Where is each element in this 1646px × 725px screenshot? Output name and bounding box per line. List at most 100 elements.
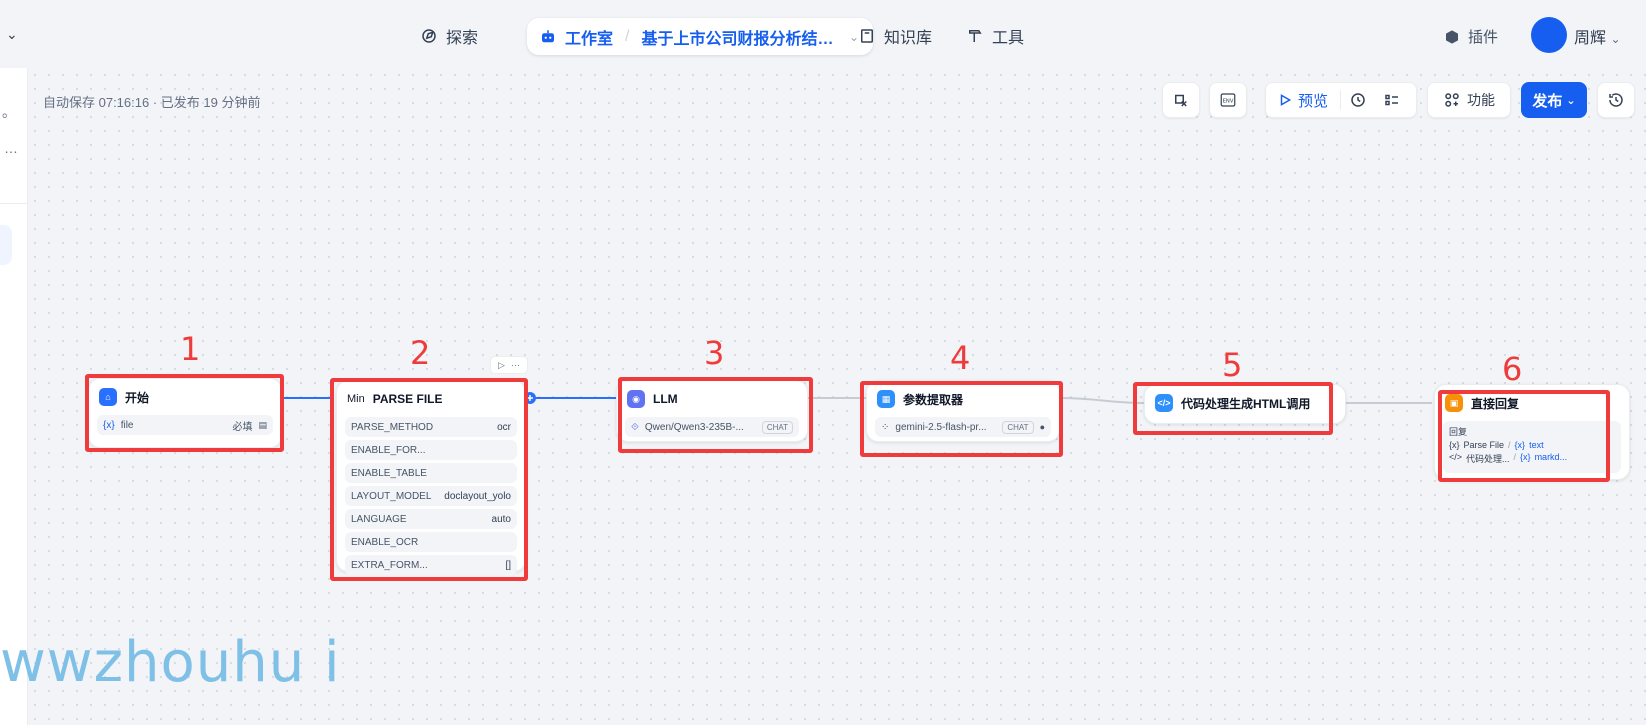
param-row: EXTRA_FORM... []	[345, 555, 517, 575]
node-direct-answer[interactable]: ▣ 直接回复 回复 {x} Parse File / {x} text </> …	[1434, 384, 1630, 480]
file-icon: ▤	[258, 419, 267, 430]
param-value: []	[505, 559, 511, 571]
ellipsis-icon: …	[4, 140, 18, 156]
node-start-header: ⌂ 开始	[89, 379, 281, 415]
node-answer-header: ▣ 直接回复	[1435, 385, 1629, 421]
breadcrumb-separator: /	[625, 27, 630, 45]
nav-explore[interactable]: 探索	[420, 22, 478, 50]
run-history-button[interactable]	[1341, 91, 1375, 109]
chevron-down-icon[interactable]: ⌄	[6, 26, 20, 42]
nav-tools-label: 工具	[992, 30, 1025, 47]
annotation-number: 3	[704, 334, 725, 372]
version-history-button[interactable]	[1597, 82, 1635, 118]
chevron-down-icon: ⌄	[1566, 94, 1576, 107]
nav-knowledge[interactable]: 知识库	[858, 22, 932, 50]
node-answer-title: 直接回复	[1471, 396, 1520, 411]
extractor-icon: ▦	[877, 390, 895, 408]
param-row: PARSE_METHOD ocr	[345, 417, 517, 437]
sidebar-text-fragment: 。	[2, 104, 16, 120]
preview-group: 预览	[1265, 82, 1417, 118]
param-value: auto	[491, 513, 511, 525]
param-key: PARSE_METHOD	[351, 421, 434, 433]
publish-button[interactable]: 发布 ⌄	[1521, 82, 1587, 118]
llm-icon: ◉	[627, 390, 645, 408]
hammer-icon	[969, 30, 982, 42]
chat-tag: CHAT	[761, 420, 793, 434]
grid-icon	[1445, 93, 1459, 107]
node-llm[interactable]: ◉ LLM ⟐ Qwen/Qwen3-235B-... CHAT	[616, 380, 808, 442]
plugin-label: 插件	[1468, 29, 1499, 46]
node-llm-title: LLM	[653, 392, 678, 406]
param-key: LAYOUT_MODEL	[351, 490, 432, 502]
model-icon: ⟐	[631, 421, 639, 433]
gemini-icon: ⁘	[881, 421, 890, 433]
node-start-variable: {x} file 必填 ▤	[97, 415, 273, 435]
env-button[interactable]: ENV	[1209, 82, 1247, 118]
user-menu[interactable]: 周辉 ⌄	[1574, 24, 1621, 48]
annotation-number: 6	[1502, 350, 1523, 388]
sidebar-selected-item[interactable]	[0, 225, 12, 265]
compass-icon	[422, 29, 436, 43]
top-bar: ⌄ 探索 工作室 / 基于上市公司财报分析结… ⌄ 知识库 工具 插件 周辉 ⌄	[0, 0, 1646, 68]
param-row: ENABLE_OCR	[345, 532, 517, 552]
param-key: ENABLE_FOR...	[351, 444, 426, 456]
annotation-number: 1	[180, 330, 201, 368]
plugin-button[interactable]: 插件	[1444, 26, 1498, 47]
node-extractor-title: 参数提取器	[903, 392, 964, 407]
node-parameter-extractor[interactable]: ▦ 参数提取器 ⁘ gemini-2.5-flash-pr... CHAT ●	[866, 380, 1060, 442]
variable-name: file	[120, 419, 134, 431]
variable-icon: {x}	[1449, 440, 1460, 450]
variable-icon: {x}	[103, 419, 115, 431]
answer-line: </> 代码处理... / {x} markd...	[1449, 452, 1615, 465]
play-icon[interactable]: ▷	[498, 360, 505, 371]
required-label: 必填	[232, 421, 253, 433]
clock-play-icon	[1351, 93, 1365, 107]
sidebar-divider	[0, 203, 28, 204]
annotation-number: 4	[950, 339, 971, 377]
checklist-panel-button[interactable]	[1375, 91, 1409, 109]
features-button[interactable]: 功能	[1427, 82, 1511, 118]
answer-variable: text	[1529, 440, 1544, 450]
model-name: gemini-2.5-flash-pr...	[895, 421, 987, 433]
nav-explore-label: 探索	[446, 30, 479, 47]
answer-variable: markd...	[1534, 452, 1568, 462]
username: 周辉	[1574, 30, 1607, 47]
separator: /	[1513, 452, 1517, 462]
variable-icon: {x}	[1514, 440, 1526, 450]
studio-label: 工作室	[565, 30, 614, 48]
param-row: LANGUAGE auto	[345, 509, 517, 529]
robot-icon	[542, 29, 554, 42]
node-code[interactable]: </> 代码处理生成HTML调用	[1144, 384, 1346, 424]
answer-line: {x} Parse File / {x} text	[1449, 440, 1615, 450]
eye-icon: ●	[1039, 422, 1045, 432]
answer-icon: ▣	[1445, 394, 1463, 412]
home-icon: ⌂	[99, 388, 117, 406]
more-icon[interactable]: ···	[511, 360, 520, 370]
param-row: LAYOUT_MODEL doclayout_yolo	[345, 486, 517, 506]
param-row: ENABLE_TABLE	[345, 463, 517, 483]
preview-button[interactable]: 预览	[1266, 83, 1340, 117]
cube-icon	[1446, 29, 1458, 44]
node-parse-file[interactable]: Min PARSE FILE PARSE_METHOD ocr ENABLE_FO…	[336, 380, 526, 575]
book-icon	[861, 29, 873, 43]
param-key: LANGUAGE	[351, 513, 407, 525]
node-llm-model: ⟐ Qwen/Qwen3-235B-... CHAT	[625, 417, 799, 437]
avatar[interactable]	[1531, 17, 1567, 53]
studio-app-switcher[interactable]: 工作室 / 基于上市公司财报分析结… ⌄	[527, 18, 873, 55]
app-name: 基于上市公司财报分析结…	[641, 30, 834, 48]
left-sidebar: 。 …	[0, 68, 28, 725]
node-parse-prefix: Min	[347, 393, 365, 405]
param-key: ENABLE_TABLE	[351, 467, 427, 479]
play-icon	[1280, 94, 1292, 106]
node-parse-header: Min PARSE FILE	[337, 381, 525, 417]
env-icon: ENV	[1220, 93, 1236, 107]
check-list-icon	[1175, 94, 1187, 107]
code-icon: </>	[1449, 452, 1463, 462]
checklist-button[interactable]	[1162, 82, 1200, 118]
node-extractor-model: ⁘ gemini-2.5-flash-pr... CHAT ●	[875, 417, 1051, 437]
node-start[interactable]: ⌂ 开始 {x} file 必填 ▤	[88, 378, 282, 448]
watermark: wwzhouhu i	[0, 630, 341, 695]
annotation-number: 5	[1222, 346, 1243, 384]
nav-tools[interactable]: 工具	[966, 22, 1024, 50]
history-icon	[1609, 93, 1623, 107]
